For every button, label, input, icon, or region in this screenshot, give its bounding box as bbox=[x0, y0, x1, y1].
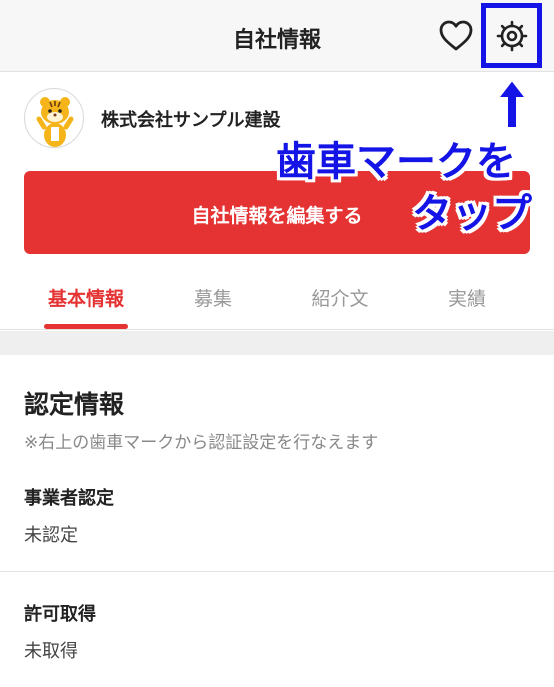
annotation-line2: タップ bbox=[412, 191, 532, 237]
annotation-line1: 歯車マークを bbox=[276, 139, 516, 185]
section-title: 認定情報 bbox=[24, 390, 125, 419]
arrow-up-icon bbox=[496, 78, 528, 129]
tiger-mascot-icon bbox=[36, 97, 74, 147]
business-cert-label: 事業者認定 bbox=[24, 488, 114, 509]
top-header: 自社情報 bbox=[0, 0, 554, 72]
section-note: ※右上の歯車マークから認証設定を行なえます bbox=[24, 433, 379, 453]
tab-introduction[interactable]: 紹介文 bbox=[285, 284, 395, 311]
active-tab-indicator bbox=[44, 324, 128, 329]
tab-bar: 基本情報 募集 紹介文 実績 bbox=[0, 262, 554, 330]
gear-highlight-box bbox=[481, 3, 542, 68]
business-cert-value: 未認定 bbox=[24, 525, 78, 546]
avatar bbox=[24, 88, 84, 148]
tab-achievements[interactable]: 実績 bbox=[412, 284, 522, 311]
divider bbox=[0, 571, 554, 572]
license-label: 許可取得 bbox=[24, 604, 96, 625]
heart-icon bbox=[439, 20, 473, 51]
favorite-button[interactable] bbox=[437, 17, 475, 55]
tab-basic-info[interactable]: 基本情報 bbox=[31, 284, 141, 311]
section-gap bbox=[0, 331, 554, 355]
license-value: 未取得 bbox=[24, 641, 78, 662]
tab-recruitment[interactable]: 募集 bbox=[158, 284, 268, 311]
company-name: 株式会社サンプル建設 bbox=[101, 110, 281, 131]
